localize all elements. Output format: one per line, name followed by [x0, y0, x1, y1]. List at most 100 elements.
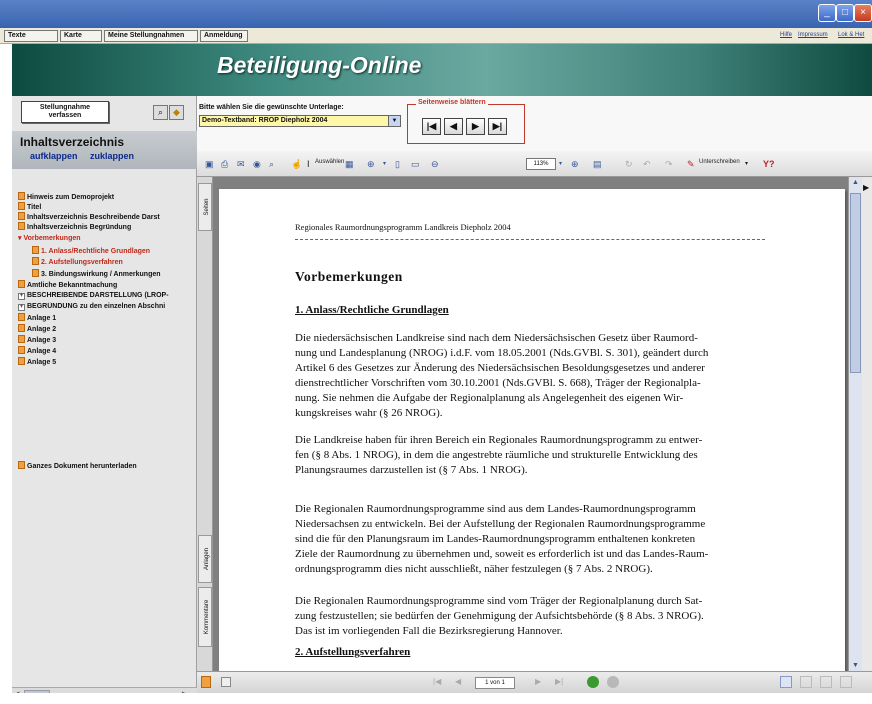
undo-icon[interactable]: ↶: [643, 157, 651, 171]
toc-item[interactable]: 2. Aufstellungsverfahren: [32, 257, 210, 267]
expand-pane-icon[interactable]: ▶: [863, 183, 869, 192]
fit-width-icon[interactable]: ▭: [411, 157, 420, 171]
document-vertical-scrollbar[interactable]: ▲ ▼: [848, 177, 862, 685]
previous-page-button[interactable]: ◀: [444, 118, 463, 135]
maximize-button[interactable]: □: [836, 4, 854, 22]
document-text-line: fen (§ 8 Abs. 1 NROG), in dem die angest…: [295, 449, 698, 461]
close-button[interactable]: ×: [854, 4, 872, 22]
go-back-icon[interactable]: [587, 676, 599, 688]
print-icon[interactable]: ⎙: [221, 157, 228, 171]
menu-meine-stellungnahmen[interactable]: Meine Stellungnahmen: [104, 30, 198, 42]
snapshot-icon[interactable]: ▦: [345, 157, 354, 171]
last-page-button[interactable]: ▶|: [488, 118, 507, 135]
document-select-value: Demo-Textband: RROP Diepholz 2004: [202, 117, 328, 124]
redo-icon[interactable]: ↷: [665, 157, 673, 171]
toc-item[interactable]: Anlage 2: [18, 324, 196, 334]
chevron-down-icon[interactable]: ▼: [388, 116, 400, 126]
next-page-icon[interactable]: ▶: [535, 677, 541, 686]
first-page-icon[interactable]: |◀: [433, 677, 441, 686]
selector-label: Bitte wählen Sie die gewünschte Unterlag…: [199, 104, 344, 111]
tab-kommentare[interactable]: Kommentare: [198, 587, 212, 647]
zoom-out-icon[interactable]: ⊖: [431, 157, 439, 171]
zoom-in-icon[interactable]: ⊕: [571, 157, 579, 171]
document-icon: [18, 212, 25, 220]
toc-item[interactable]: Anlage 4: [18, 346, 196, 356]
page-indicator[interactable]: 1 von 1: [475, 677, 515, 689]
toc-item[interactable]: ▾ Vorbemerkungen: [18, 234, 196, 243]
expand-all-link[interactable]: aufklappen: [30, 151, 78, 161]
link-lok-het[interactable]: Lok & Het: [838, 32, 864, 38]
sign-button[interactable]: Unterschreiben: [699, 159, 740, 165]
document-heading: Vorbemerkungen: [295, 269, 403, 284]
go-forward-icon[interactable]: [607, 676, 619, 688]
continuous-icon[interactable]: [800, 676, 812, 688]
previous-page-icon[interactable]: ◀: [455, 677, 461, 686]
toc-item[interactable]: + BEGRÜNDUNG zu den einzelnen Abschni: [18, 302, 196, 311]
scroll-thumb[interactable]: [850, 193, 861, 373]
select-tool-label[interactable]: Auswählen: [315, 159, 344, 165]
toc-item[interactable]: Anlage 3: [18, 335, 196, 345]
search-icon[interactable]: ⌕: [269, 157, 274, 171]
link-hilfe[interactable]: Hilfe: [780, 32, 792, 38]
document-select[interactable]: Demo-Textband: RROP Diepholz 2004 ▼: [199, 115, 401, 127]
toc-item[interactable]: Anlage 1: [18, 313, 196, 323]
document-viewer[interactable]: Regionales Raumordnungsprogramm Landkrei…: [213, 177, 848, 685]
last-page-icon[interactable]: ▶|: [555, 677, 563, 686]
scroll-up-icon[interactable]: ▲: [852, 179, 859, 186]
menu-anmeldung[interactable]: Anmeldung: [200, 30, 248, 42]
hand-tool-icon[interactable]: ☝: [291, 157, 302, 171]
page-icon[interactable]: [221, 677, 231, 687]
document-text-line: ordnungsprogramm dies nicht ausschließt,…: [295, 563, 653, 575]
save-icon[interactable]: ▣: [205, 157, 214, 171]
attach-icon[interactable]: ✉: [237, 157, 245, 171]
zoom-input[interactable]: 113%: [526, 158, 556, 170]
toc-item[interactable]: + BESCHREIBENDE DARSTELLUNG (LROP-: [18, 291, 196, 300]
toc-item[interactable]: Anlage 5: [18, 357, 196, 367]
zoom-icon[interactable]: ⊕: [367, 157, 375, 171]
chevron-down-icon[interactable]: ▾: [383, 157, 386, 171]
minimize-button[interactable]: _: [818, 4, 836, 22]
menu-karte[interactable]: Karte: [60, 30, 102, 42]
menu-texte[interactable]: Texte: [4, 30, 58, 42]
page-layout-icon[interactable]: ▤: [593, 157, 602, 171]
folder-icon[interactable]: [201, 676, 211, 688]
toc-item[interactable]: Inhaltsverzeichnis Beschreibende Darst: [18, 212, 196, 222]
binoculars-icon[interactable]: ⌕: [153, 105, 168, 120]
tab-seiten[interactable]: Seiten: [198, 183, 212, 231]
document-icon: [18, 335, 25, 343]
first-page-button[interactable]: |◀: [422, 118, 441, 135]
chevron-down-icon[interactable]: ▾: [559, 157, 562, 171]
toc-title: Inhaltsverzeichnis: [20, 135, 125, 149]
document-text-line: nung. Sie nehmen die Aufgabe der Regiona…: [295, 392, 684, 404]
pdf-toolbar: ▣ ⎙ ✉ ◉ ⌕ ☝ I Auswählen ▦ ⊕ ▾ ▯ ▭ ⊖ 113%…: [197, 151, 872, 177]
document-icon: [32, 246, 39, 254]
collapse-all-link[interactable]: zuklappen: [90, 151, 134, 161]
toc-item[interactable]: 1. Anlass/Rechtliche Grundlagen: [32, 246, 210, 256]
toc-item[interactable]: Titel: [18, 202, 196, 212]
toc-item[interactable]: 3. Bindungswirkung / Anmerkungen: [32, 269, 210, 279]
arrow-icon[interactable]: ◆: [169, 105, 184, 120]
download-document-link[interactable]: Ganzes Dokument herunterladen: [18, 461, 137, 470]
continuous-facing-icon[interactable]: [840, 676, 852, 688]
toc-item-label: Inhaltsverzeichnis Begründung: [27, 224, 132, 231]
tab-anlagen[interactable]: Anlagen: [198, 535, 212, 583]
globe-icon[interactable]: ◉: [253, 157, 261, 171]
scroll-down-icon[interactable]: ▼: [852, 662, 859, 669]
toc-item-label: BEGRÜNDUNG zu den einzelnen Abschni: [27, 303, 166, 310]
link-impressum[interactable]: Impressum: [798, 32, 828, 38]
single-page-icon[interactable]: [780, 676, 792, 688]
next-page-button[interactable]: ▶: [466, 118, 485, 135]
toc-item[interactable]: Hinweis zum Demoprojekt: [18, 192, 196, 202]
facing-icon[interactable]: [820, 676, 832, 688]
toc-item[interactable]: Amtliche Bekanntmachung: [18, 280, 196, 290]
acrobat-icon[interactable]: Y?: [763, 157, 775, 171]
fit-page-icon[interactable]: ▯: [395, 157, 400, 171]
rotate-icon[interactable]: ↻: [625, 157, 633, 171]
chevron-down-icon[interactable]: ▾: [745, 157, 748, 171]
stellungnahme-verfassen-button[interactable]: Stellungnahme verfassen: [21, 101, 109, 123]
pen-icon[interactable]: ✎: [687, 157, 695, 171]
app-title: Beteiligung-Online: [217, 52, 422, 78]
toc-item[interactable]: Inhaltsverzeichnis Begründung: [18, 222, 196, 232]
select-tool-icon[interactable]: I: [307, 157, 310, 171]
toc-header: Inhaltsverzeichnis aufklappen zuklappen: [12, 131, 197, 169]
